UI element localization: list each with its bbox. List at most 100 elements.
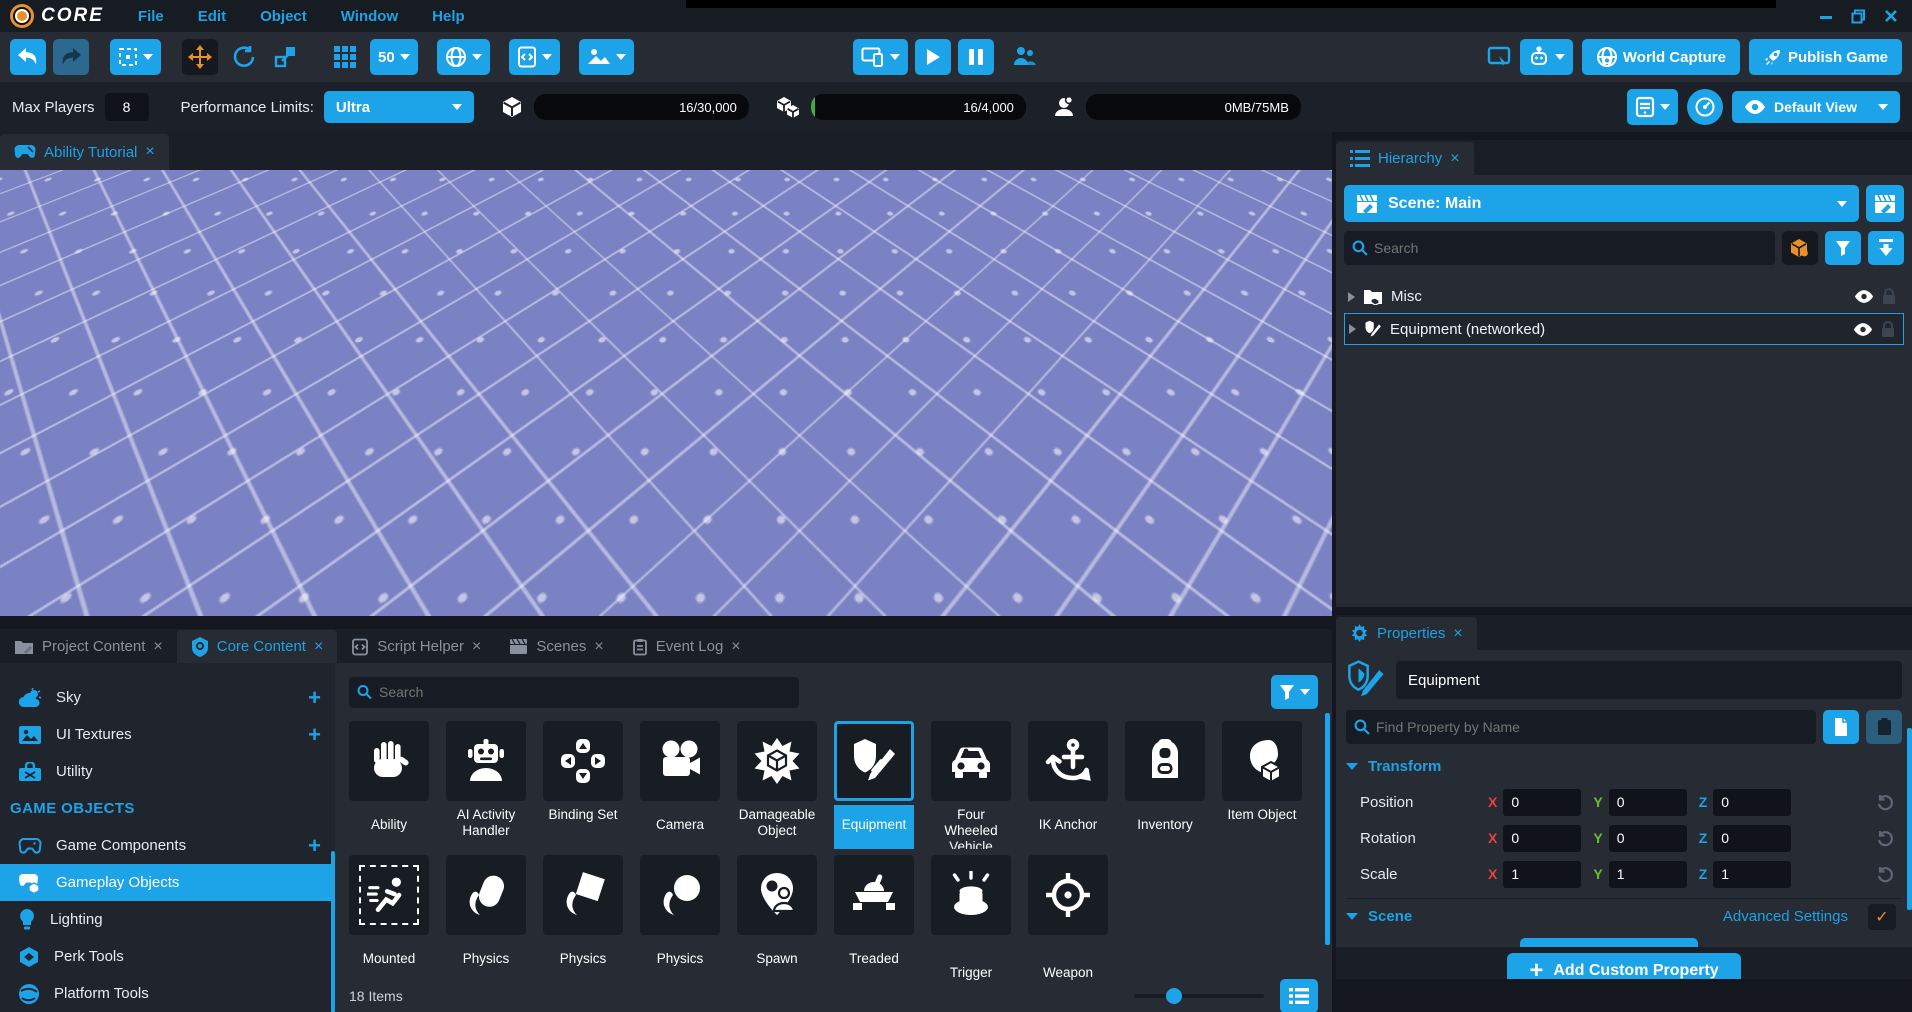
reset-icon[interactable] [1877,794,1894,811]
tab-hierarchy[interactable]: Hierarchy × [1336,142,1474,175]
tab-scenes[interactable]: Scenes × [495,630,617,663]
undo-button[interactable] [10,39,46,75]
hierarchy-row-equipment[interactable]: Equipment (networked) [1344,313,1904,345]
paste-properties-button[interactable] [1866,710,1902,744]
hierarchy-filter-button[interactable] [1825,231,1861,265]
copy-properties-button[interactable] [1823,710,1859,744]
close-tab-icon[interactable]: × [314,638,323,656]
rotation-x-input[interactable]: 0 [1503,825,1581,852]
close-tab-icon[interactable]: × [731,638,740,656]
snap-size-dropdown[interactable]: 50 [370,39,418,75]
play-button[interactable] [915,39,951,75]
lock-icon[interactable] [1881,321,1895,338]
content-item-damageable-object[interactable]: Damageable Object [737,721,817,849]
restore-icon[interactable] [1851,9,1866,24]
performance-gauge-button[interactable] [1687,89,1723,125]
tab-properties[interactable]: Properties × [1336,617,1477,650]
content-item-ai-activity-handler[interactable]: AI Activity Handler [446,721,526,849]
position-y-input[interactable]: 0 [1609,789,1687,816]
close-icon[interactable] [1884,9,1898,23]
expand-icon[interactable] [1349,324,1356,334]
terrain-dropdown[interactable] [579,39,634,75]
menu-object[interactable]: Object [260,8,307,25]
content-item-binding-set[interactable]: Binding Set [543,721,623,849]
scale-y-input[interactable]: 1 [1609,861,1687,888]
position-x-input[interactable]: 0 [1503,789,1581,816]
content-scrollbar[interactable] [1325,713,1330,945]
scene-selector-dropdown[interactable]: Scene: Main [1344,185,1859,222]
content-item-physics-capsule[interactable]: Physics [446,855,526,983]
sidebar-item-utility[interactable]: Utility [0,753,335,790]
tab-event-log[interactable]: Event Log × [618,630,755,663]
content-item-spawn[interactable]: Spawn [737,855,817,983]
menu-edit[interactable]: Edit [198,8,226,25]
object-name-input[interactable] [1396,661,1902,699]
content-item-physics-cube[interactable]: Physics [543,855,623,983]
world-tools-dropdown[interactable] [437,39,490,75]
lock-icon[interactable] [1882,288,1896,305]
close-tab-icon[interactable]: × [153,638,162,656]
advanced-settings-checkbox[interactable]: ✓ [1868,904,1896,930]
visibility-eye-icon[interactable] [1854,290,1874,303]
list-view-button[interactable] [1280,979,1318,1012]
networked-cube-button[interactable] [1782,231,1818,265]
grid-snap-button[interactable] [327,39,363,75]
menu-help[interactable]: Help [432,8,465,25]
menu-file[interactable]: File [138,8,164,25]
properties-scrollbar[interactable] [1907,728,1912,910]
sidebar-item-lighting[interactable]: Lighting [0,901,335,938]
content-filter-dropdown[interactable] [1271,675,1318,709]
reset-icon[interactable] [1877,830,1894,847]
translate-gizmo[interactable] [598,298,858,498]
redo-button[interactable] [53,39,89,75]
import-button[interactable] [1868,231,1904,265]
select-tool-button[interactable] [110,39,161,75]
move-tool-button[interactable] [182,39,218,75]
content-item-item-object[interactable]: Item Object [1222,721,1302,849]
content-item-camera[interactable]: Camera [640,721,720,849]
scene-manager-button[interactable] [1866,185,1904,222]
tab-ability-tutorial[interactable]: Ability Tutorial × [0,134,169,170]
add-custom-property-button[interactable]: + Add Custom Property [1507,953,1740,979]
content-item-ik-anchor[interactable]: IK Anchor [1028,721,1108,849]
advanced-settings-link[interactable]: Advanced Settings [1723,908,1848,925]
rotation-z-input[interactable]: 0 [1713,825,1791,852]
multiplayer-preview-icon[interactable] [1011,45,1037,69]
pause-button[interactable] [958,39,994,75]
sidebar-item-gameplay-objects[interactable]: Gameplay Objects [0,864,335,901]
scale-x-input[interactable]: 1 [1503,861,1581,888]
world-capture-button[interactable]: World Capture [1582,39,1740,75]
content-item-mounted[interactable]: Mounted [349,855,429,983]
add-icon[interactable]: + [308,722,321,748]
rotate-tool-button[interactable] [225,39,261,75]
content-item-treaded[interactable]: Treaded [834,855,914,983]
scale-z-input[interactable]: 1 [1713,861,1791,888]
slider-thumb[interactable] [1166,988,1182,1004]
transform-section-header[interactable]: Transform [1346,748,1902,784]
sidebar-item-ui-textures[interactable]: UI Textures + [0,716,335,753]
performance-limits-dropdown[interactable]: Ultra [324,91,474,123]
tab-core-content[interactable]: Core Content × [177,630,338,663]
rotation-y-input[interactable]: 0 [1609,825,1687,852]
expand-icon[interactable] [1348,292,1355,302]
content-search-input[interactable] [349,677,799,708]
close-tab-icon[interactable]: × [145,143,154,161]
close-tab-icon[interactable]: × [1453,625,1462,643]
default-view-dropdown[interactable]: Default View [1732,91,1900,123]
menu-window[interactable]: Window [341,8,398,25]
content-item-inventory[interactable]: Inventory [1125,721,1205,849]
close-tab-icon[interactable]: × [594,638,603,656]
save-options-dropdown[interactable] [1627,89,1678,125]
content-item-trigger[interactable]: Trigger [931,855,1011,983]
tab-project-content[interactable]: Project Content × [0,630,177,663]
add-icon[interactable]: + [308,685,321,711]
find-property-input[interactable] [1346,710,1816,744]
content-item-weapon[interactable]: Weapon [1028,855,1108,983]
content-item-equipment[interactable]: Equipment [834,721,914,849]
minimize-icon[interactable] [1819,9,1833,23]
hierarchy-row-misc[interactable]: Misc [1344,281,1904,313]
add-icon[interactable]: + [308,833,321,859]
reset-icon[interactable] [1877,866,1894,883]
sidebar-item-game-components[interactable]: Game Components + [0,827,335,864]
script-dropdown[interactable] [509,39,560,75]
